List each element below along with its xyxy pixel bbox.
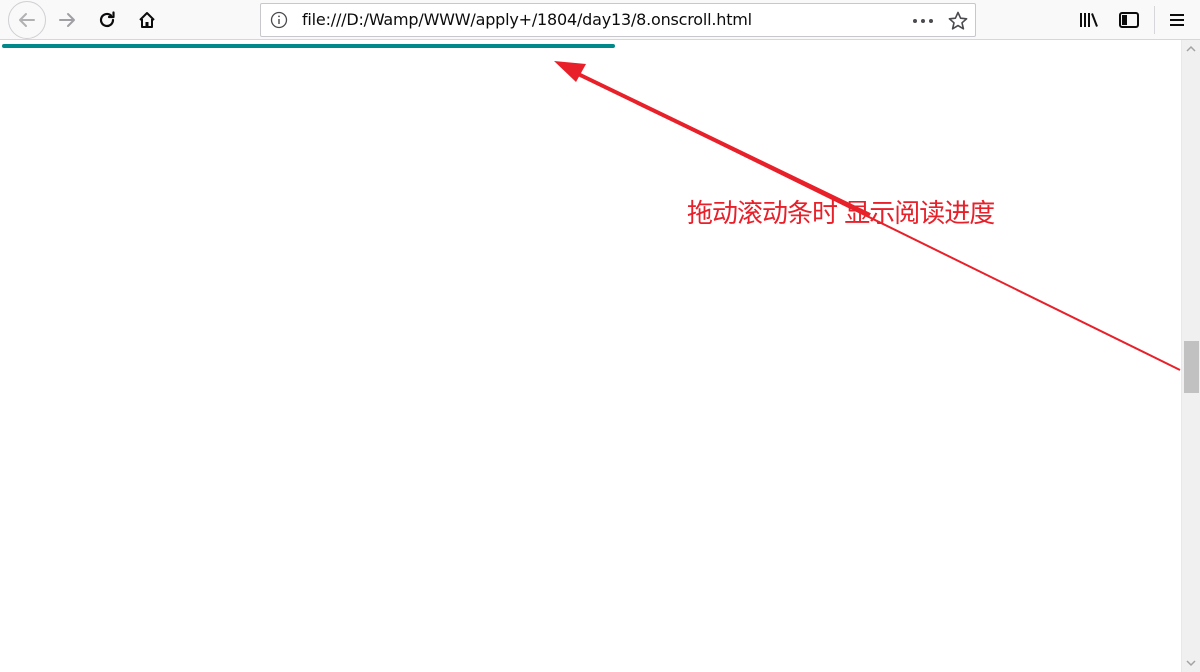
annotation-label: 拖动滚动条时 显示阅读进度 bbox=[687, 199, 995, 229]
back-button[interactable] bbox=[8, 1, 46, 39]
library-button[interactable] bbox=[1072, 3, 1106, 37]
forward-button[interactable] bbox=[50, 3, 84, 37]
reload-icon bbox=[99, 11, 115, 28]
scroll-down-button[interactable] bbox=[1182, 654, 1200, 672]
hamburger-menu-icon bbox=[1170, 14, 1184, 26]
scroll-thumb[interactable] bbox=[1184, 341, 1199, 393]
more-actions-icon[interactable] bbox=[911, 11, 935, 31]
address-bar[interactable]: file:///D:/Wamp/WWW/apply+/1804/day13/8.… bbox=[260, 3, 976, 37]
sidebar-button[interactable] bbox=[1112, 3, 1146, 37]
chevron-up-icon bbox=[1186, 45, 1196, 52]
library-icon bbox=[1080, 13, 1098, 27]
reload-button[interactable] bbox=[90, 3, 124, 37]
chevron-down-icon bbox=[1186, 660, 1196, 667]
sidebar-icon bbox=[1119, 12, 1139, 28]
menu-button[interactable] bbox=[1160, 3, 1194, 37]
forward-arrow-icon bbox=[59, 13, 75, 27]
page-content bbox=[0, 40, 1181, 672]
reading-progress-fill bbox=[2, 44, 615, 48]
reading-progress-bar bbox=[2, 44, 1180, 48]
info-icon[interactable] bbox=[270, 11, 288, 29]
url-text[interactable]: file:///D:/Wamp/WWW/apply+/1804/day13/8.… bbox=[302, 10, 752, 29]
browser-toolbar: file:///D:/Wamp/WWW/apply+/1804/day13/8.… bbox=[0, 0, 1200, 40]
scroll-up-button[interactable] bbox=[1182, 40, 1200, 58]
home-icon bbox=[139, 12, 155, 28]
back-arrow-icon bbox=[19, 13, 35, 27]
vertical-scrollbar[interactable] bbox=[1181, 40, 1200, 672]
home-button[interactable] bbox=[130, 3, 164, 37]
bookmark-star-icon[interactable] bbox=[947, 10, 969, 32]
toolbar-divider bbox=[1154, 6, 1155, 34]
